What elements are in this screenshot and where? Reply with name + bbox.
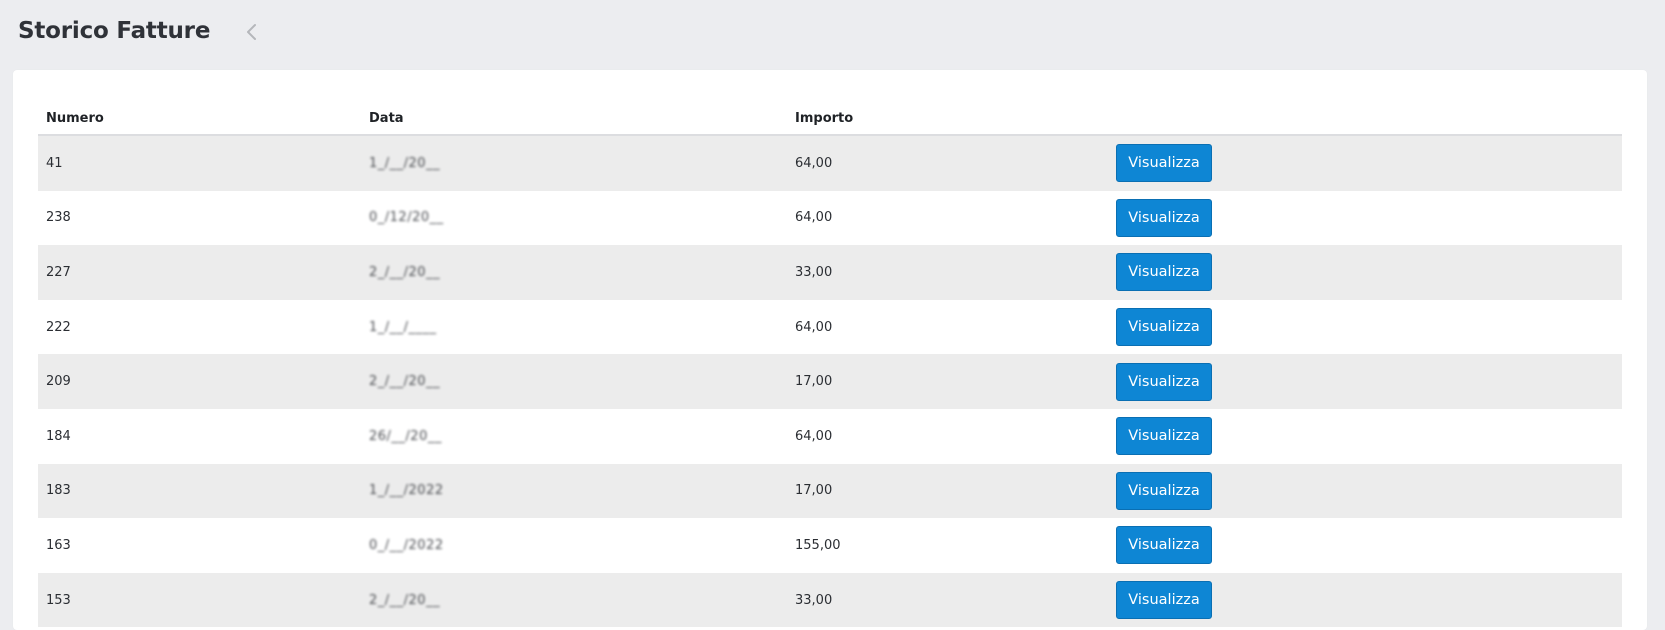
invoice-amount: 155,00 (795, 537, 841, 553)
view-invoice-button[interactable]: Visualizza (1116, 581, 1212, 620)
view-invoice-button[interactable]: Visualizza (1116, 144, 1212, 183)
invoice-date: 1_/__/20__ (361, 156, 787, 171)
invoice-number: 183 (46, 483, 71, 499)
invoice-number: 184 (46, 428, 71, 444)
invoice-action-cell: Visualizza (1108, 308, 1622, 347)
table-row: 222 1_/__/____ 64,00 Visualizza (38, 299, 1622, 355)
invoice-amount: 33,00 (795, 592, 833, 608)
invoice-date-text: 2_/__/20__ (369, 374, 441, 390)
table-row: 153 2_/__/20__ 33,00 Visualizza (38, 572, 1622, 628)
invoice-date: 1_/__/2022 (361, 483, 787, 498)
invoice-number: 41 (46, 155, 63, 171)
table-row: 209 2_/__/20__ 17,00 Visualizza (38, 354, 1622, 409)
view-invoice-button[interactable]: Visualizza (1116, 526, 1212, 565)
invoice-number: 163 (46, 537, 71, 553)
invoice-amount: 64,00 (795, 210, 833, 226)
table-row: 184 26/__/20__ 64,00 Visualizza (38, 408, 1622, 464)
back-button[interactable] (236, 18, 268, 46)
invoice-number: 238 (46, 210, 71, 226)
invoice-amount: 33,00 (795, 264, 833, 280)
view-invoice-button[interactable]: Visualizza (1116, 308, 1212, 347)
invoice-date: 1_/__/____ (361, 320, 787, 335)
table-header: Numero Data Importo (38, 102, 1622, 136)
invoice-number: 222 (46, 319, 71, 335)
invoice-date-text: 0_/__/2022 (369, 537, 444, 553)
chevron-left-icon (247, 24, 256, 40)
invoice-table: Numero Data Importo 41 1_/__/20__ 64,00 … (38, 102, 1622, 628)
view-invoice-button[interactable]: Visualizza (1116, 471, 1212, 510)
invoice-date: 2_/__/20__ (361, 593, 787, 608)
invoice-action-cell: Visualizza (1108, 198, 1622, 237)
invoice-action-cell: Visualizza (1108, 471, 1622, 510)
column-header-amount: Importo (795, 110, 854, 126)
invoice-date-text: 26/__/20__ (369, 428, 442, 444)
table-row: 163 0_/__/2022 155,00 Visualizza (38, 518, 1622, 573)
invoice-date: 0_/12/20__ (361, 210, 787, 225)
column-header-date: Data (369, 110, 404, 126)
invoice-date-text: 2_/__/20__ (369, 592, 441, 608)
invoice-action-cell: Visualizza (1108, 144, 1622, 183)
invoice-date-text: 1_/__/____ (369, 319, 437, 335)
invoice-action-cell: Visualizza (1108, 362, 1622, 401)
table-row: 41 1_/__/20__ 64,00 Visualizza (38, 136, 1622, 191)
invoice-date: 2_/__/20__ (361, 374, 787, 389)
invoice-action-cell: Visualizza (1108, 581, 1622, 620)
table-row: 183 1_/__/2022 17,00 Visualizza (38, 463, 1622, 519)
view-invoice-button[interactable]: Visualizza (1116, 362, 1212, 401)
view-invoice-button[interactable]: Visualizza (1116, 253, 1212, 292)
table-body: 41 1_/__/20__ 64,00 Visualizza 238 0_/12… (38, 136, 1622, 628)
invoice-date: 26/__/20__ (361, 429, 787, 444)
table-row: 238 0_/12/20__ 64,00 Visualizza (38, 190, 1622, 246)
invoice-number: 227 (46, 264, 71, 280)
invoice-date-text: 2_/__/20__ (369, 264, 441, 280)
invoice-action-cell: Visualizza (1108, 417, 1622, 456)
table-row: 227 2_/__/20__ 33,00 Visualizza (38, 245, 1622, 300)
invoice-date: 2_/__/20__ (361, 265, 787, 280)
invoice-date: 0_/__/2022 (361, 538, 787, 553)
invoice-amount: 64,00 (795, 155, 833, 171)
page-title: Storico Fatture (18, 18, 211, 44)
invoice-number: 209 (46, 374, 71, 390)
invoice-action-cell: Visualizza (1108, 526, 1622, 565)
invoice-card: Numero Data Importo 41 1_/__/20__ 64,00 … (13, 70, 1647, 630)
column-header-number: Numero (46, 110, 104, 126)
invoice-amount: 17,00 (795, 483, 833, 499)
invoice-date-text: 1_/__/2022 (369, 483, 444, 499)
invoice-amount: 64,00 (795, 428, 833, 444)
invoice-amount: 64,00 (795, 319, 833, 335)
view-invoice-button[interactable]: Visualizza (1116, 198, 1212, 237)
invoice-date-text: 1_/__/20__ (369, 155, 441, 171)
invoice-action-cell: Visualizza (1108, 253, 1622, 292)
invoice-amount: 17,00 (795, 374, 833, 390)
invoice-number: 153 (46, 592, 71, 608)
view-invoice-button[interactable]: Visualizza (1116, 417, 1212, 456)
invoice-date-text: 0_/12/20__ (369, 210, 444, 226)
page-header: Storico Fatture (18, 14, 210, 48)
